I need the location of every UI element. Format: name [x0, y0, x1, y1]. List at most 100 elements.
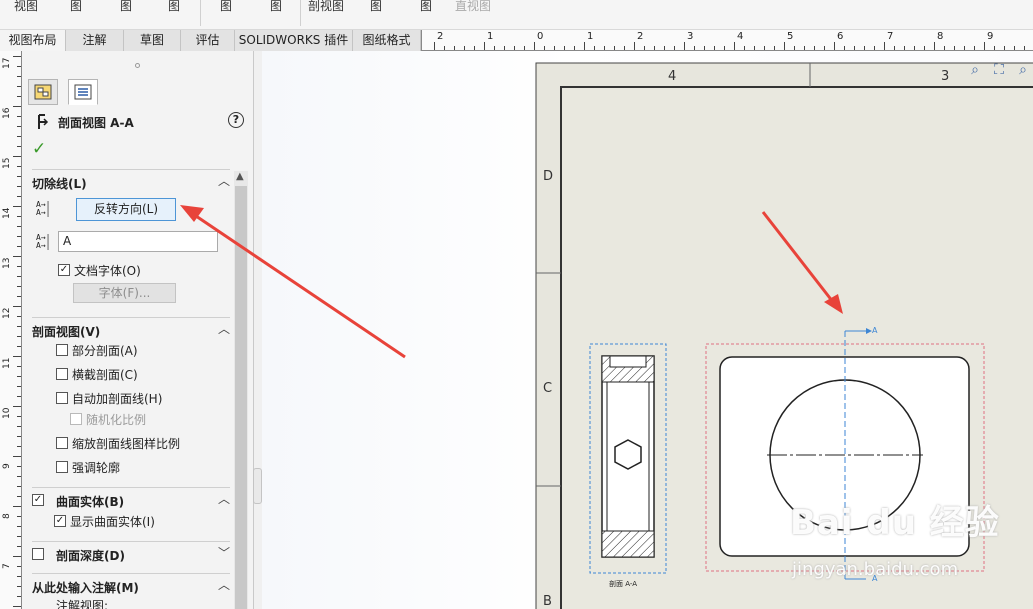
font-button[interactable]: 字体(F)... [73, 283, 176, 303]
toolbar-item[interactable]: 直视图 [455, 0, 491, 14]
ruler-tick [964, 46, 965, 50]
feature-tree-icon [34, 84, 52, 100]
flip-direction-button[interactable]: 反转方向(L) [76, 198, 176, 221]
ruler-tick [17, 166, 21, 167]
zoom-area-icon[interactable]: ⌕ [1013, 61, 1033, 81]
ruler-tick [13, 506, 21, 507]
chevron-down-icon[interactable]: ﹀ [218, 544, 230, 561]
chevron-up-icon[interactable]: ︿ [218, 576, 230, 593]
ruler-tick [1024, 46, 1025, 50]
toolbar-item[interactable]: 剖视图 [308, 0, 344, 14]
ruler-tick [17, 86, 21, 87]
toolbar-item[interactable]: 图 [120, 0, 132, 14]
zone-row-label: C [543, 381, 552, 396]
section-view-a-a[interactable]: 剖面 A-A [589, 343, 667, 588]
checkbox-checked-icon: ✓ [58, 264, 70, 276]
ruler-tick [974, 46, 975, 50]
emphasize-outline-checkbox[interactable]: 强调轮廓 [56, 458, 120, 476]
scrollbar-thumb[interactable] [235, 186, 247, 609]
ruler-tick [654, 46, 655, 50]
zoom-fit-icon[interactable]: ⛶ [989, 61, 1009, 81]
toolbar-item[interactable]: 视图 [14, 0, 38, 14]
ruler-tick [17, 286, 21, 287]
group-section-depth[interactable]: 剖面深度(D) ﹀ [32, 541, 230, 563]
toolbar-item[interactable]: 图 [168, 0, 180, 14]
doc-font-checkbox[interactable]: ✓ 文档字体(O) [58, 261, 141, 279]
ruler-tick [13, 206, 21, 207]
ruler-tick [484, 42, 485, 50]
group-cutting-line[interactable]: 切除线(L) ︿ [32, 169, 230, 191]
toolbar-item[interactable]: 图 [370, 0, 382, 14]
group-import-annotations[interactable]: 从此处输入注解(M) ︿ [32, 573, 230, 595]
tab-evaluate[interactable]: 评估 [181, 30, 235, 51]
section-label-input[interactable]: A [58, 231, 218, 252]
ruler-label: 8 [2, 513, 12, 519]
panel-grip-icon[interactable] [135, 63, 140, 68]
group-surface-bodies[interactable]: ✓ 曲面实体(B) ︿ [32, 487, 230, 509]
chevron-up-icon[interactable]: ︿ [218, 490, 230, 507]
partial-section-checkbox[interactable]: 部分剖面(A) [56, 341, 138, 359]
tab-view-layout[interactable]: 视图布局 [0, 30, 66, 51]
ruler-tick [874, 46, 875, 50]
ruler-tick [17, 196, 21, 197]
ruler-tick [894, 46, 895, 50]
tab-solidworks-addins[interactable]: SOLIDWORKS 插件 [235, 30, 353, 51]
toolbar-item[interactable]: 图 [220, 0, 232, 14]
ruler-tick [784, 42, 785, 50]
auto-hatching-checkbox[interactable]: 自动加剖面线(H) [56, 389, 162, 407]
show-surface-bodies-checkbox[interactable]: ✓ 显示曲面实体(I) [54, 512, 155, 530]
toolbar-item[interactable]: 图 [420, 0, 432, 14]
ruler-tick [714, 46, 715, 50]
tab-sheet-format[interactable]: 图纸格式 [353, 30, 421, 51]
ruler-tick [17, 446, 21, 447]
help-icon[interactable]: ? [228, 112, 244, 128]
ruler-tick [934, 42, 935, 50]
ruler-tick [794, 46, 795, 50]
ruler-tick [834, 42, 835, 50]
ruler-tick [624, 46, 625, 50]
checkbox-checked-icon[interactable]: ✓ [32, 494, 44, 506]
checkbox-icon [56, 392, 68, 404]
ruler-tick [17, 316, 21, 317]
scroll-up-icon[interactable]: ▲ [236, 171, 244, 182]
tab-annotation[interactable]: 注解 [66, 30, 124, 51]
ruler-tick [17, 426, 21, 427]
view-zoom-tools: ⌕ ⛶ ⌕ [965, 61, 1033, 81]
property-manager-tab[interactable] [68, 79, 98, 105]
checkbox-checked-icon: ✓ [54, 515, 66, 527]
ruler-tick [17, 326, 21, 327]
tab-sketch[interactable]: 草图 [124, 30, 181, 51]
ruler-tick [17, 486, 21, 487]
property-manager-scrollbar[interactable]: ▲ [234, 171, 248, 609]
watermark-logo: Bai du 经验 [790, 503, 1000, 543]
toolbar-item[interactable]: 图 [70, 0, 82, 14]
cross-section-checkbox[interactable]: 横截剖面(C) [56, 365, 138, 383]
property-list-icon [74, 84, 92, 100]
chevron-up-icon[interactable]: ︿ [218, 320, 230, 337]
ruler-tick [13, 56, 21, 57]
ruler-tick [544, 46, 545, 50]
ruler-tick [984, 42, 985, 50]
show-surface-bodies-label: 显示曲面实体(I) [70, 514, 155, 529]
ruler-tick [454, 46, 455, 50]
ruler-tick [994, 46, 995, 50]
ruler-tick [13, 156, 21, 157]
ruler-tick [17, 76, 21, 77]
panel-collapse-handle[interactable] [253, 468, 262, 504]
chevron-up-icon[interactable]: ︿ [218, 172, 230, 189]
zoom-selection-icon[interactable]: ⌕ [965, 61, 985, 81]
group-section-view[interactable]: 剖面视图(V) ︿ [32, 317, 230, 339]
scale-hatch-pattern-checkbox[interactable]: 缩放剖面线图样比例 [56, 434, 180, 452]
ok-check-icon[interactable]: ✓ [32, 139, 46, 159]
feature-manager-tab[interactable] [28, 79, 58, 105]
checkbox-icon[interactable] [32, 548, 44, 560]
ruler-tick [524, 46, 525, 50]
vertical-ruler: 17 16 15 14 13 12 11 10 9 8 7 [0, 51, 22, 609]
front-view[interactable]: A A [705, 326, 985, 583]
auto-hatching-label: 自动加剖面线(H) [72, 391, 163, 406]
ruler-tick [13, 456, 21, 457]
ruler-tick [764, 46, 765, 50]
randomize-scale-checkbox[interactable]: 随机化比例 [70, 410, 146, 428]
ruler-tick [914, 46, 915, 50]
toolbar-item[interactable]: 图 [270, 0, 282, 14]
